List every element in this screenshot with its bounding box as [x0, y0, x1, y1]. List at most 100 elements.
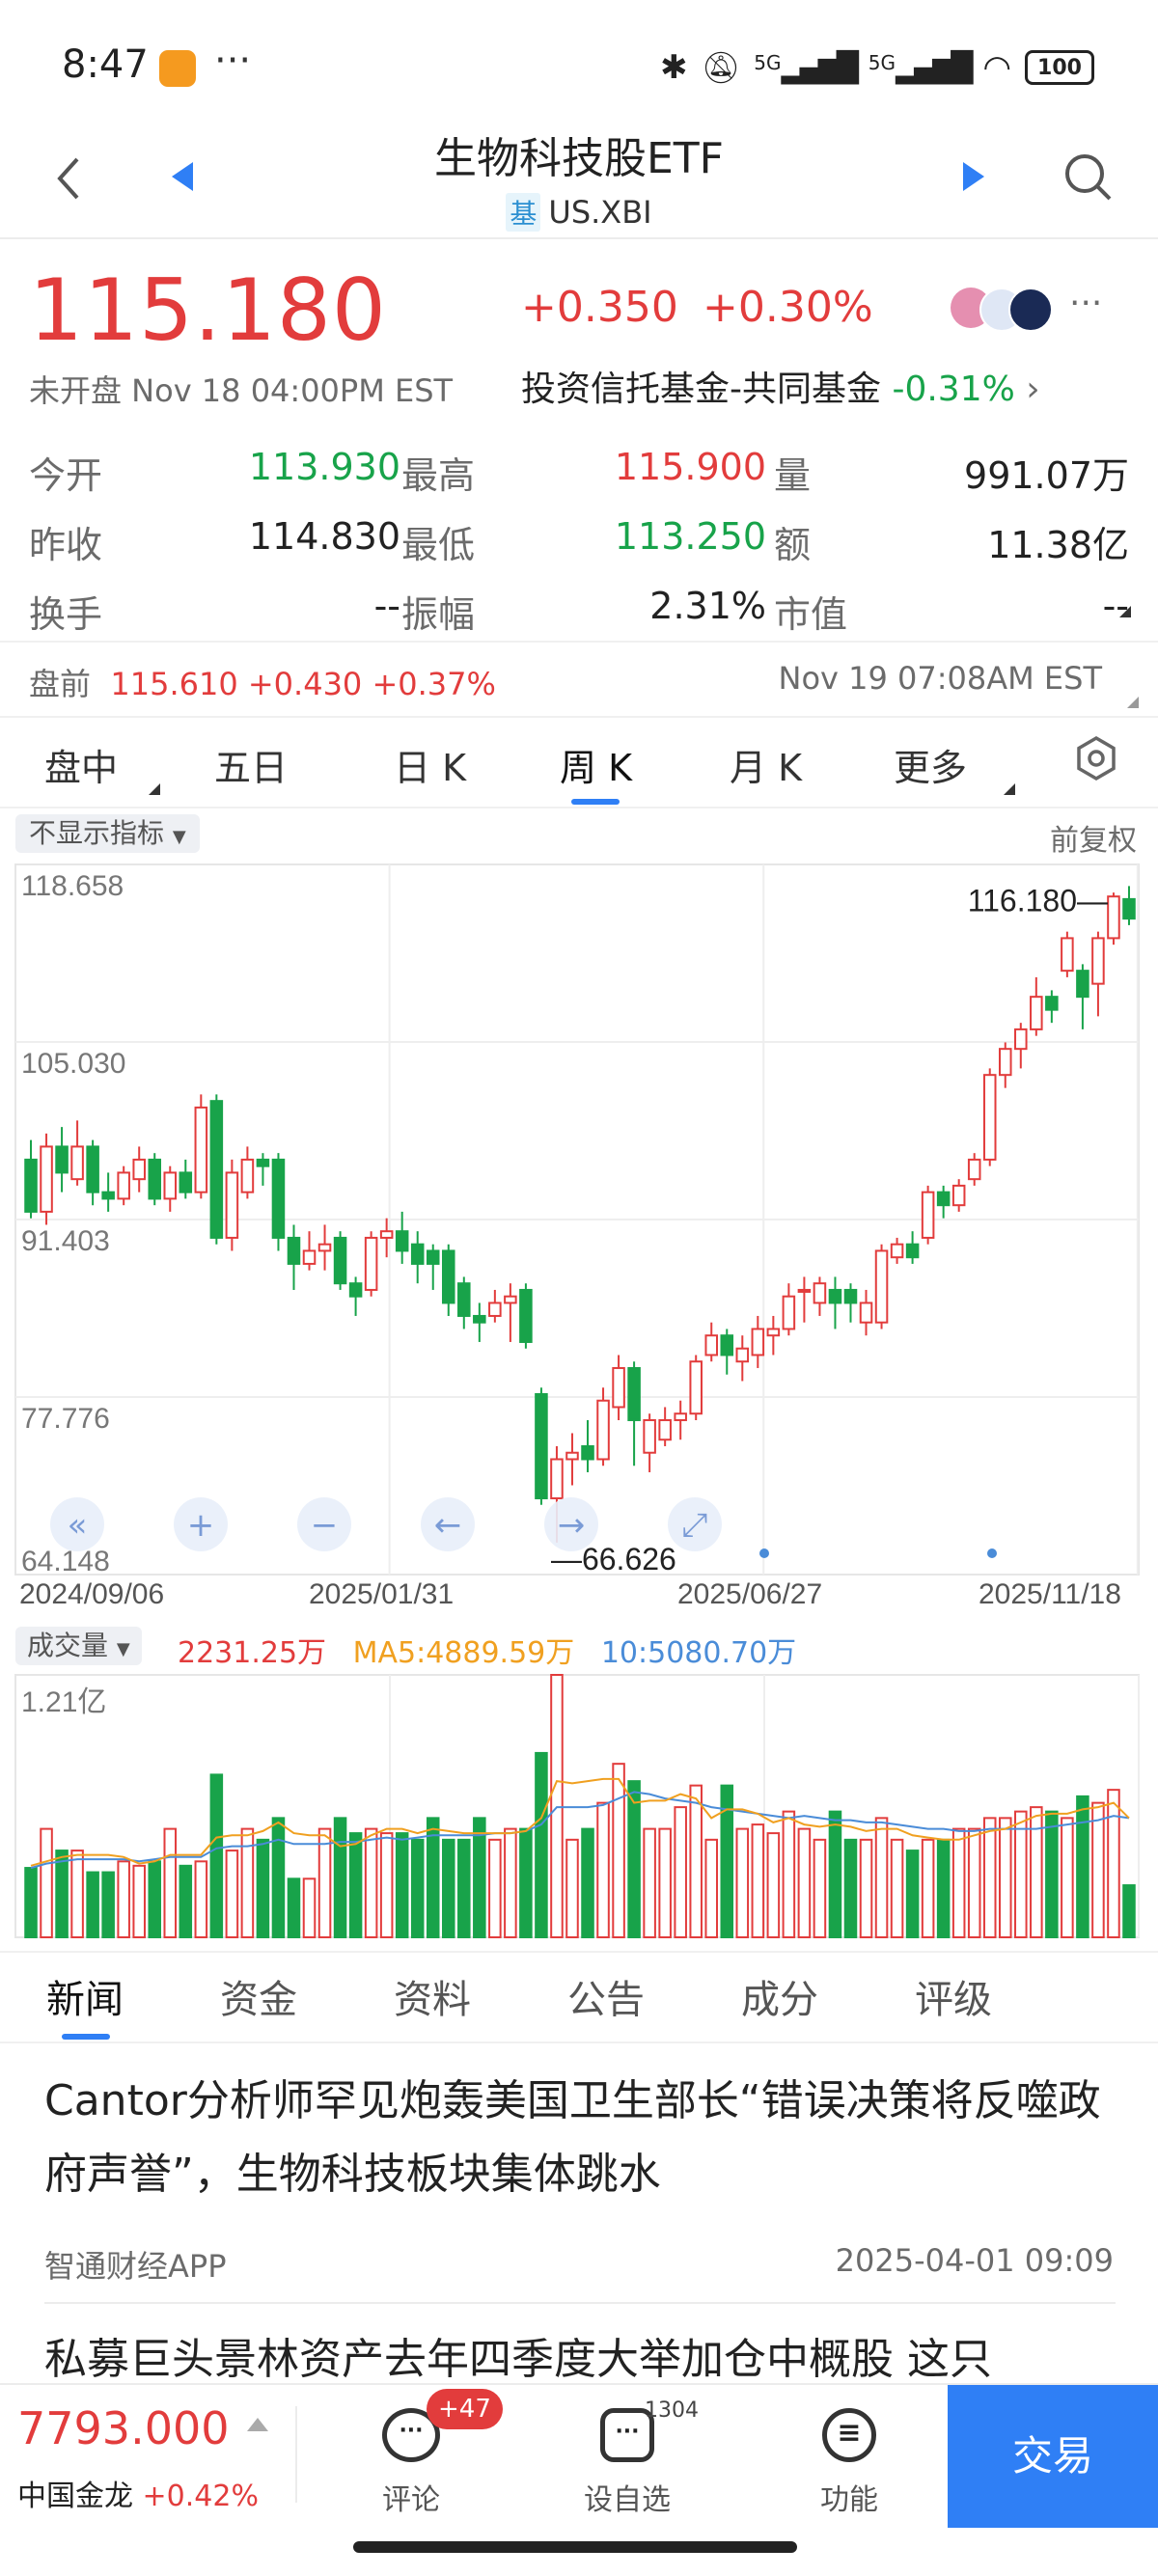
candle — [333, 1236, 347, 1285]
home-indicator[interactable] — [353, 2541, 797, 2553]
list-item[interactable]: 私募巨头景林资产去年四季度大举加仓中概股 这只 — [0, 2323, 1158, 2381]
mute-icon: 🔕︎ — [701, 49, 741, 86]
candle — [302, 1249, 317, 1265]
search-button[interactable] — [1063, 152, 1114, 206]
volume-bar — [40, 1827, 53, 1938]
expand-premarket-icon[interactable] — [1127, 697, 1139, 708]
list-item[interactable]: Cantor分析师罕见炮轰美国卫生部长“错误决策将反噬政府声誉”，生物科技板块集… — [0, 2065, 1158, 2306]
volume-max-label: 1.21亿 — [21, 1686, 106, 1718]
prev-close-value: 114.830 — [248, 515, 400, 558]
candle — [101, 1191, 115, 1200]
volume-dropdown[interactable]: 成交量 ▼ — [15, 1627, 142, 1665]
volume-bar — [317, 1827, 332, 1938]
volume-bar — [1061, 1817, 1074, 1938]
chart-settings-button[interactable] — [1073, 735, 1119, 785]
x-tick-label: 2024/09/06 — [19, 1578, 164, 1610]
pan-left-icon: ← — [434, 1506, 462, 1545]
candle — [40, 1145, 53, 1213]
tab-ratings[interactable]: 评级 — [915, 1968, 992, 2024]
more-notifications-icon: ··· — [214, 39, 252, 83]
volume-bar — [209, 1773, 224, 1939]
tab-daily-k[interactable]: 日 K — [394, 738, 466, 791]
volume-bar — [596, 1801, 610, 1938]
candlestick-chart[interactable]: 118.658 105.030 91.403 77.776 64.148 116.180—… — [0, 859, 1158, 1611]
candle — [998, 1048, 1012, 1077]
more-icon[interactable]: ··· — [1069, 284, 1102, 323]
indicator-dropdown[interactable]: 不显示指标 ▼ — [15, 814, 200, 853]
tab-components[interactable]: 成分 — [741, 1968, 818, 2024]
battery-icon: 100 — [1025, 50, 1094, 85]
volume-bar — [1076, 1795, 1089, 1938]
candle — [1122, 897, 1136, 920]
candle — [519, 1288, 533, 1343]
tab-intraday[interactable]: 盘中 — [44, 738, 118, 791]
candle — [921, 1191, 935, 1239]
candle — [1076, 970, 1089, 999]
sector-link[interactable]: 投资信托基金-共同基金 -0.31% › — [521, 361, 1040, 411]
volume-bar — [1091, 1801, 1105, 1938]
tab-five-day[interactable]: 五日 — [214, 738, 288, 791]
fullscreen-icon: ⤢ — [681, 1506, 707, 1545]
candle — [704, 1334, 719, 1357]
candle — [658, 1418, 672, 1441]
tab-funds[interactable]: 资金 — [220, 1968, 297, 2024]
candle — [317, 1243, 332, 1252]
event-marker — [987, 1548, 997, 1558]
low-value: 113.250 — [614, 515, 766, 558]
volume-bar — [565, 1838, 579, 1938]
tab-announcements[interactable]: 公告 — [567, 1968, 645, 2024]
volume-bar — [735, 1827, 750, 1938]
volume-bar — [828, 1810, 842, 1938]
tab-monthly-k[interactable]: 月 K — [730, 738, 802, 791]
volume-value: 991.07万 — [964, 454, 1129, 497]
candle — [194, 1106, 208, 1193]
next-stock-button[interactable] — [961, 160, 986, 197]
candle — [581, 1444, 594, 1461]
function-button[interactable]: ≡ 功能 — [772, 2385, 926, 2530]
y-tick-label: 77.776 — [21, 1403, 110, 1435]
tab-more[interactable]: 更多 — [894, 738, 967, 791]
volume-bar — [55, 1850, 69, 1938]
comment-button[interactable]: ··· +47 评论 — [334, 2385, 503, 2530]
volume-bar — [782, 1810, 796, 1938]
adjust-mode[interactable]: 前复权 — [1050, 816, 1137, 859]
comment-badge: +47 — [427, 2389, 503, 2429]
tab-more-dropdown-icon — [1004, 783, 1015, 795]
volume-bar — [287, 1877, 301, 1938]
index-ticker[interactable]: 7793.000 中国金龙 +0.42% — [0, 2385, 297, 2530]
turnover-value: -- — [373, 585, 400, 627]
tab-profile[interactable]: 资料 — [394, 1968, 471, 2024]
volume-bar — [504, 1827, 517, 1938]
candle — [271, 1158, 286, 1239]
news-tab-indicator — [62, 2034, 110, 2040]
add-watchlist-button[interactable]: ··· 1304 设自选 — [550, 2385, 704, 2530]
active-tab-indicator — [571, 799, 620, 805]
candle — [936, 1191, 951, 1207]
candle — [163, 1171, 178, 1200]
expand-stats-icon[interactable] — [1119, 606, 1131, 617]
tab-weekly-k[interactable]: 周 K — [560, 738, 632, 791]
candle — [1045, 996, 1059, 1011]
volume-bar — [132, 1864, 146, 1938]
menu-icon: ≡ — [822, 2408, 876, 2462]
bottom-divider — [295, 2406, 297, 2503]
watchers-avatars[interactable] — [951, 288, 1057, 332]
candle — [426, 1249, 440, 1265]
volume-chart[interactable]: 1.21亿 — [0, 1669, 1158, 1949]
volume-bar — [766, 1832, 781, 1938]
trade-button[interactable]: 交易 — [948, 2385, 1158, 2528]
candle — [535, 1392, 548, 1499]
candle — [565, 1451, 579, 1461]
ma10-volume: 10:5080.70万 — [600, 1636, 797, 1670]
candle — [348, 1282, 363, 1298]
volume-bar — [1030, 1806, 1043, 1938]
volume-bar — [70, 1850, 84, 1938]
ma5-volume: MA5:4889.59万 — [352, 1636, 575, 1670]
index-value: 7793.000 — [17, 2402, 230, 2454]
volume-bar — [535, 1751, 548, 1939]
candle — [441, 1249, 455, 1304]
collapse-icon: « — [68, 1506, 88, 1545]
tab-news[interactable]: 新闻 — [46, 1968, 124, 2024]
market-status: 未开盘 Nov 18 04:00PM EST — [29, 372, 454, 409]
y-tick-label: 64.148 — [21, 1546, 110, 1577]
